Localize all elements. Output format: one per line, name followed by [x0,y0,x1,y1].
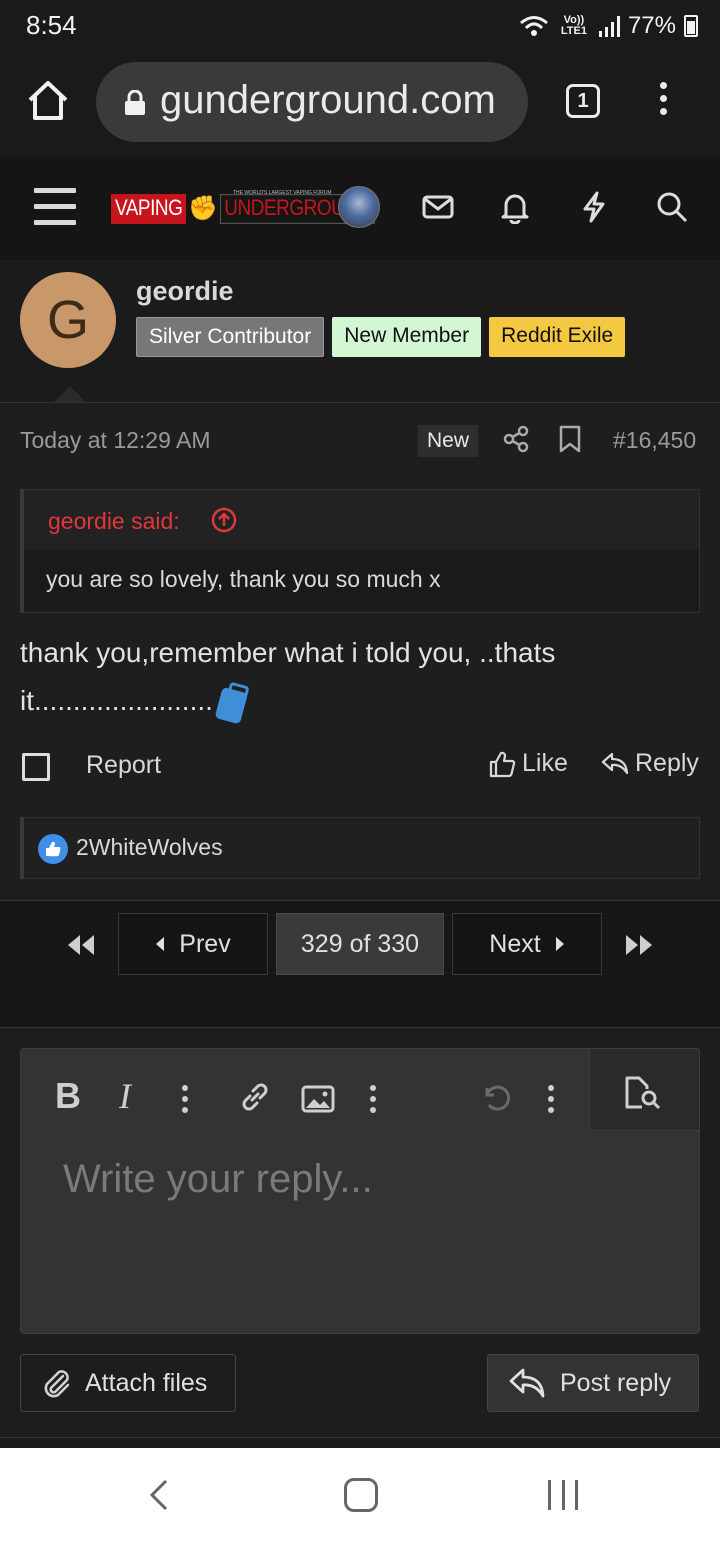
home-icon[interactable] [26,78,70,122]
preview-toggle[interactable] [589,1049,699,1131]
author-pointer [54,386,86,402]
post-reply-button[interactable]: Post reply [487,1354,699,1412]
author-username[interactable]: geordie [136,276,234,307]
post-body: Today at 12:29 AM New #16,450 geordie sa… [0,402,720,900]
battery-icon [684,15,698,37]
quote-block: geordie said: you are so lovely, thank y… [20,489,700,613]
post-message: thank you,remember what i told you, ..th… [20,629,680,725]
page-selector[interactable]: 329 of 330 [276,913,444,975]
badge-silver-contributor: Silver Contributor [136,317,325,357]
hamburger-menu-icon[interactable] [34,188,76,236]
logo-tagline: THE WORLD'S LARGEST VAPING FORUM [233,190,332,196]
user-avatar[interactable] [338,186,380,228]
bell-icon[interactable] [498,190,532,224]
reply-input[interactable]: Write your reply... [63,1157,373,1202]
reply-button[interactable]: Reply [601,749,699,778]
wifi-icon [519,16,548,36]
clock: 8:54 [26,10,77,40]
select-checkbox[interactable] [22,753,50,781]
site-logo[interactable]: VAPING ✊ UNDERGROUND THE WORLD'S LARGEST… [111,190,375,224]
quote-header[interactable]: geordie said: [24,490,699,550]
battery-percent: 77% [627,12,676,39]
next-page-button[interactable]: Next [452,913,602,975]
post-author: G geordie Silver Contributor New Member … [0,260,720,402]
signal-icon [598,15,620,37]
back-icon[interactable] [146,1478,172,1512]
network-type: Vo)) LTE1 [560,14,587,37]
page-indicator: 329 of 330 [300,929,420,958]
browser-toolbar: gunderground.com 1 [0,52,720,156]
like-button[interactable]: Like [488,749,568,778]
link-icon[interactable] [237,1077,273,1117]
share-icon[interactable] [502,425,530,453]
new-label: New [418,425,479,457]
next-label: Next [489,929,541,958]
author-avatar[interactable]: G [20,272,116,368]
badge-new-member: New Member [332,317,482,357]
image-icon[interactable] [301,1079,335,1119]
logo-hand-icon: ✊ [188,195,219,222]
prev-page-button[interactable]: Prev [118,913,268,975]
pagination: Prev 329 of 330 Next [0,900,720,1028]
mail-icon[interactable] [421,190,455,224]
italic-icon[interactable]: I [119,1075,131,1116]
reply-editor[interactable]: B I Write your reply... [20,1048,700,1334]
tab-switcher-button[interactable]: 1 [566,84,600,118]
badge-reddit-exile: Reddit Exile [489,317,626,357]
author-badges: Silver Contributor New Member Reddit Exi… [136,317,626,357]
status-icons: Vo)) LTE1 77% [519,12,698,40]
status-bar: 8:54 Vo)) LTE1 77% [0,0,720,52]
report-link[interactable]: Report [86,751,161,780]
post-message-text: thank you,remember what i told you, ..th… [20,637,556,716]
quote-text: you are so lovely, thank you so much x [24,550,699,612]
undo-icon[interactable] [479,1077,513,1117]
caret-left-icon [156,937,165,951]
last-page-icon[interactable] [624,933,654,957]
search-icon[interactable] [655,190,689,224]
lock-icon [125,90,145,115]
caret-right-icon [555,937,564,951]
reactions-bar[interactable]: 2WhiteWolves [20,817,700,879]
reply-icon [509,1368,545,1398]
lightning-icon[interactable] [577,190,611,224]
like-reaction-icon [38,834,68,864]
post-reply-label: Post reply [560,1368,672,1397]
reaction-users[interactable]: 2WhiteWolves [76,834,223,861]
more-insert-icon[interactable] [367,1079,379,1119]
bold-icon[interactable]: B [55,1075,81,1116]
bookmark-icon[interactable] [558,425,582,453]
recent-apps-icon[interactable] [548,1480,578,1510]
reply-editor-area: B I Write your reply... Attach files Pos… [0,1028,720,1438]
preview-icon [625,1076,661,1110]
luggage-emoji-icon [214,680,251,726]
more-options-icon[interactable] [179,1079,191,1119]
browser-menu-icon[interactable] [656,82,670,122]
home-nav-icon[interactable] [344,1478,378,1512]
attach-files-label: Attach files [85,1368,208,1397]
url-text: gunderground.com [160,78,496,122]
address-bar[interactable]: gunderground.com [96,62,528,142]
reply-arrow-icon [601,752,629,774]
post-timestamp[interactable]: Today at 12:29 AM [20,427,211,454]
attach-files-button[interactable]: Attach files [20,1354,236,1412]
system-navigation-bar [0,1448,720,1544]
post-number[interactable]: #16,450 [613,427,696,454]
reply-label: Reply [635,749,699,777]
like-label: Like [522,749,568,777]
thumbs-up-icon [489,751,516,777]
prev-label: Prev [179,929,231,958]
paperclip-icon [44,1370,70,1398]
first-page-icon[interactable] [66,933,96,957]
site-header: VAPING ✊ UNDERGROUND THE WORLD'S LARGEST… [0,156,720,260]
more-tools-icon[interactable] [545,1079,557,1119]
logo-vaping: VAPING [111,193,187,224]
quote-author: geordie said: [48,508,180,534]
arrow-up-circle-icon[interactable] [210,506,238,534]
